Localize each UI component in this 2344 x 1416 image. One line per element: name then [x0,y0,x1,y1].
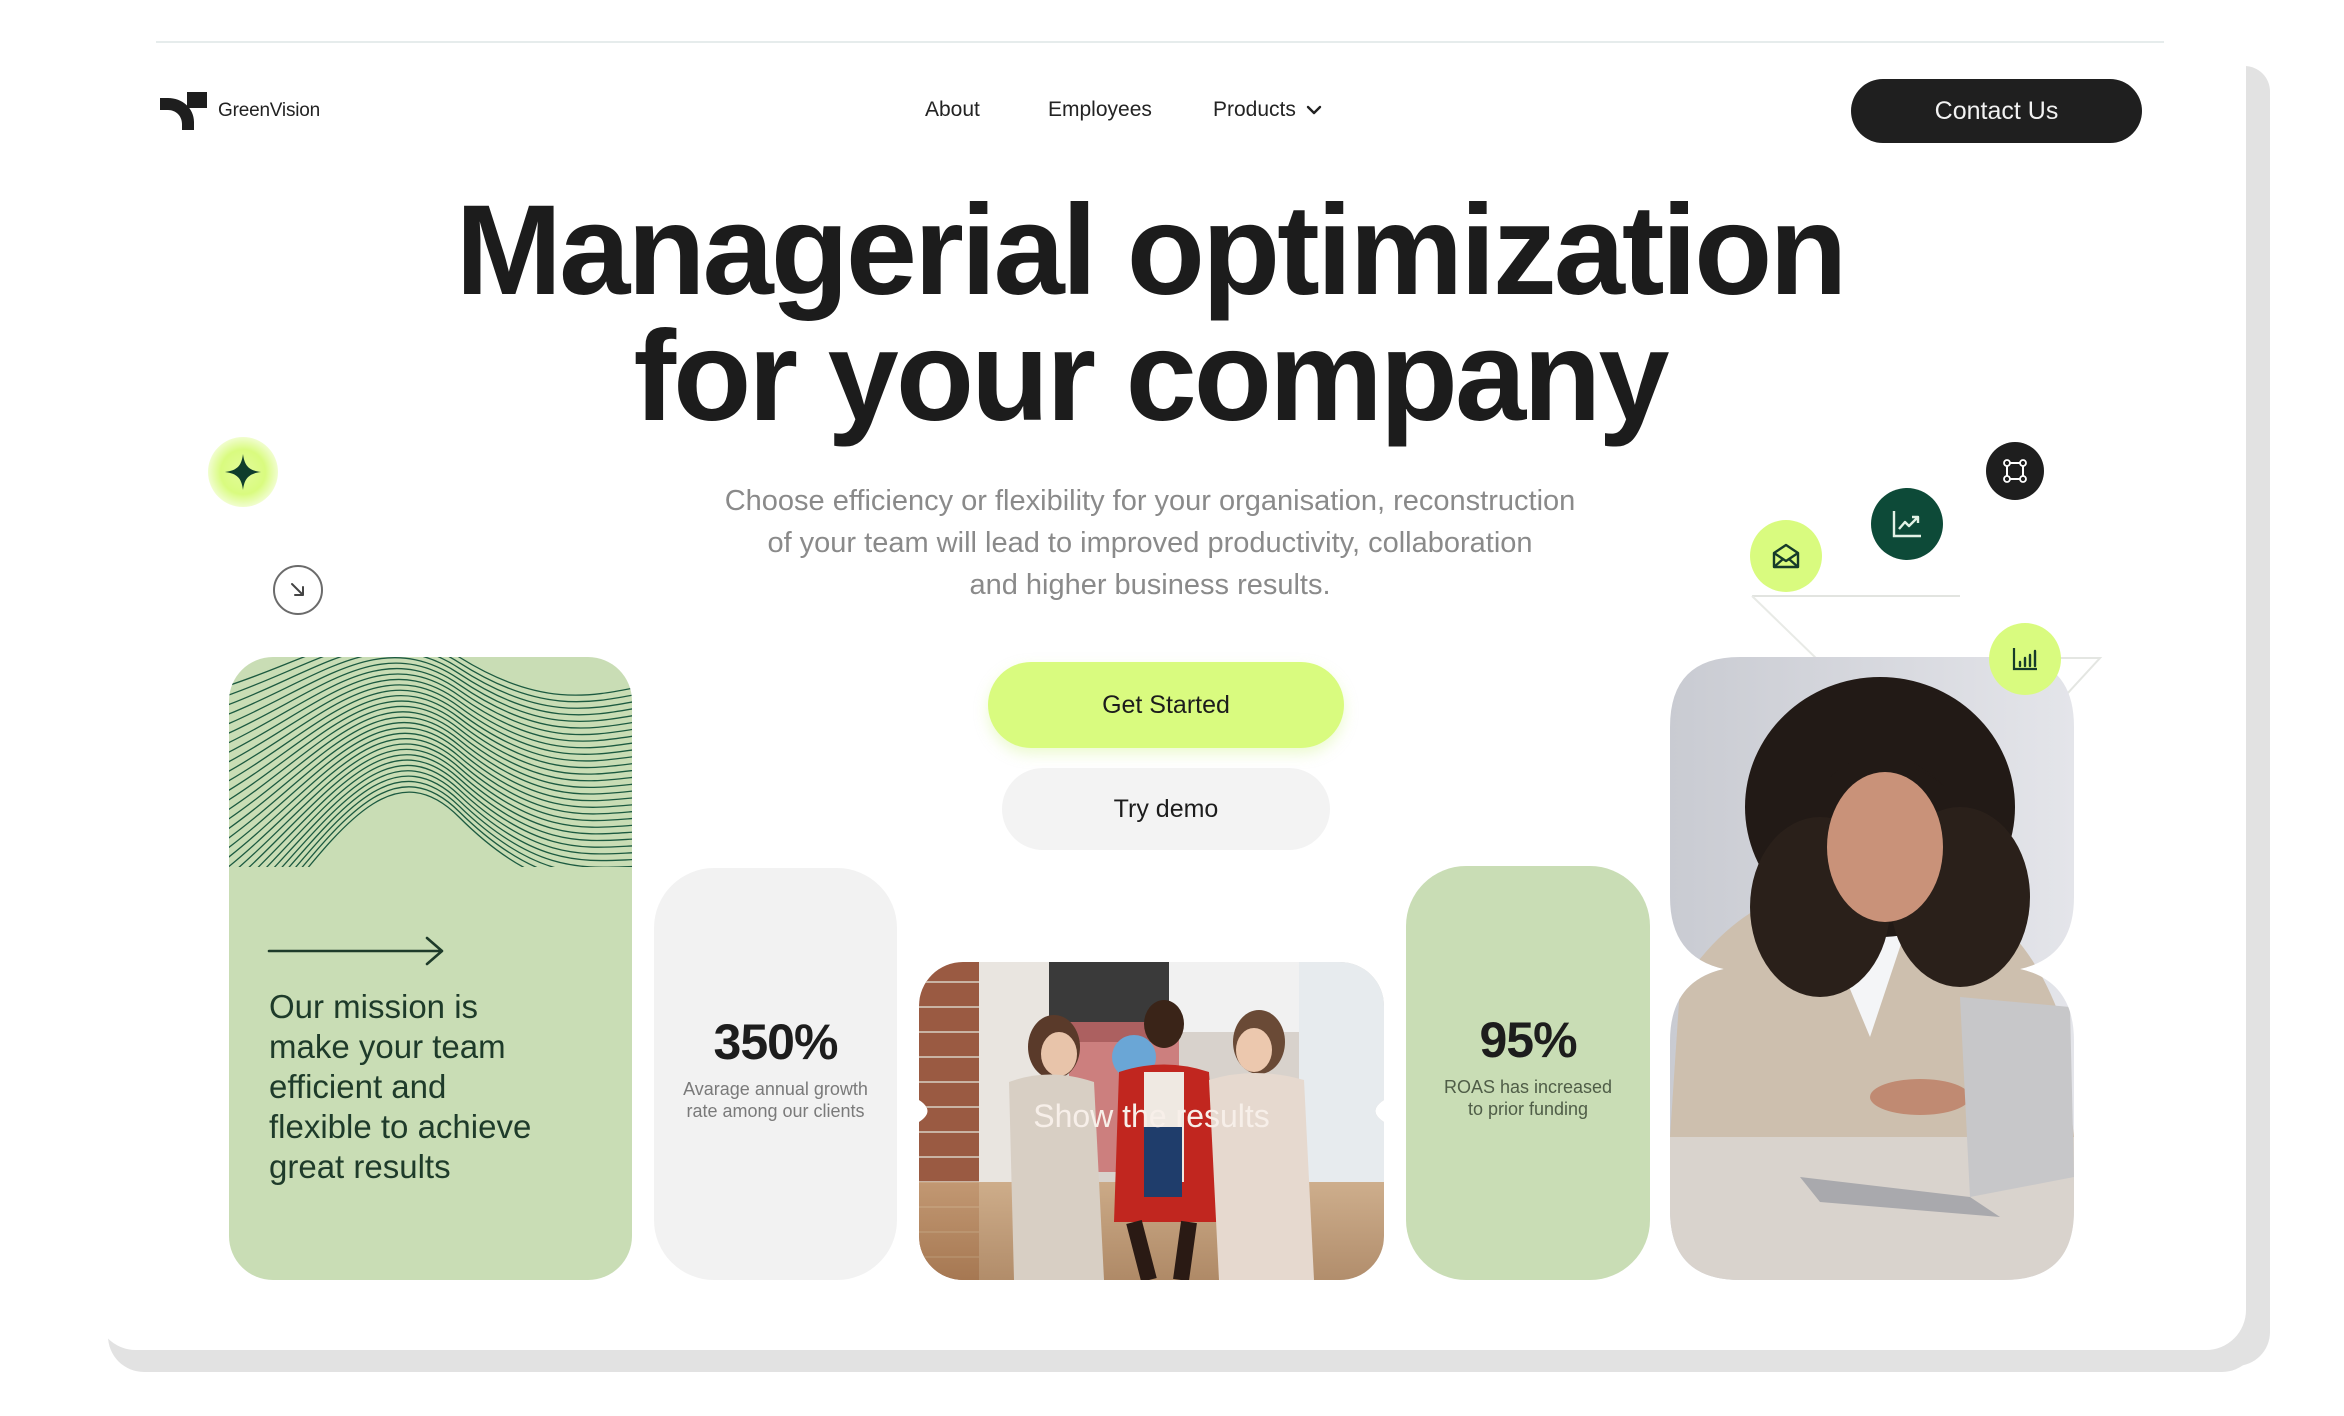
mission-line: flexible to achieve [269,1108,532,1145]
bars-bubble[interactable] [1989,623,2061,695]
envelope-open-icon [1772,543,1800,569]
arrow-right-icon [267,936,444,966]
stat-roas-label: ROAS has increased to prior funding [1416,1076,1640,1120]
stat-growth-value: 350% [713,1014,839,1070]
mission-line: great results [269,1148,451,1185]
trend-bubble[interactable] [1871,488,1943,560]
mission-card[interactable]: Our mission is make your team efficient … [229,657,632,1280]
contact-us-button[interactable]: Contact Us [1851,79,2142,143]
mail-bubble[interactable] [1750,520,1822,592]
woman-photo [1670,657,2074,1280]
mission-line: Our mission is [269,988,479,1025]
wave-lines-pattern [229,657,632,867]
try-demo-label: Try demo [1113,794,1219,823]
stat-growth-label-line-1: Avarage annual growth [683,1079,868,1099]
nav-employees[interactable]: Employees [1048,98,1152,122]
chevron-down-icon [1306,105,1322,115]
nav-about-label: About [925,98,980,121]
brand-name: GreenVision [218,100,321,121]
headline-line-1: Managerial optimization [455,179,1848,322]
stat-growth-label-line-2: rate among our clients [686,1101,865,1121]
four-point-star-icon [225,454,261,490]
nav-employees-label: Employees [1048,98,1152,121]
get-started-label: Get Started [1102,690,1230,719]
try-demo-button[interactable]: Try demo [1002,768,1330,850]
get-started-button[interactable]: Get Started [988,662,1344,748]
stat-card-roas: 95% ROAS has increased to prior funding [1406,866,1650,1280]
top-divider [156,41,2164,43]
wave-line [295,780,556,867]
stat-roas-label-line-1: ROAS has increased [1443,1077,1613,1097]
vector-frame-icon [2003,459,2027,483]
headline-line-2: for your company [633,305,1669,448]
nav-products-label: Products [1213,98,1296,121]
stat-roas-value: 95% [1479,1012,1577,1068]
brand-logo[interactable]: GreenVision [160,92,320,130]
hero-subtitle: Choose efficiency or flexibility for you… [0,480,2300,606]
nav-products[interactable]: Products [1213,98,1322,122]
subtitle-line-2: of your team will lead to improved produ… [767,527,1533,559]
wave-line [229,657,632,725]
hero-headline: Managerial optimization for your company [0,179,2300,448]
show-results-caption: Show the results [1033,1098,1270,1134]
scroll-down-button[interactable] [273,565,323,615]
stat-growth-label: Avarage annual growth rate among our cli… [664,1078,887,1122]
frame-bubble[interactable] [1986,442,2044,500]
mission-text: Our mission is make your team efficient … [269,987,599,1187]
bar-chart-icon [2012,648,2037,671]
stat-roas-label-line-2: to prior funding [1467,1099,1589,1119]
sparkle-badge [208,437,278,507]
wave-line [229,738,632,867]
contact-us-label: Contact Us [1934,96,2059,125]
greenvision-logo-icon [160,92,207,130]
trend-chart-icon [1892,511,1921,538]
stat-card-growth: 350% Avarage annual growth rate among ou… [654,868,897,1280]
mission-line: efficient and [269,1068,447,1105]
arrow-down-right-icon [291,583,304,596]
wave-line [288,775,632,867]
mission-line: make your team [269,1028,506,1065]
nav-about[interactable]: About [925,98,980,122]
woman-photo-card [1670,657,2074,1280]
subtitle-line-1: Choose efficiency or flexibility for you… [724,485,1576,517]
wave-line [229,657,632,696]
team-photo-card[interactable]: Show the results [919,962,1384,1280]
wave-line [229,662,632,734]
